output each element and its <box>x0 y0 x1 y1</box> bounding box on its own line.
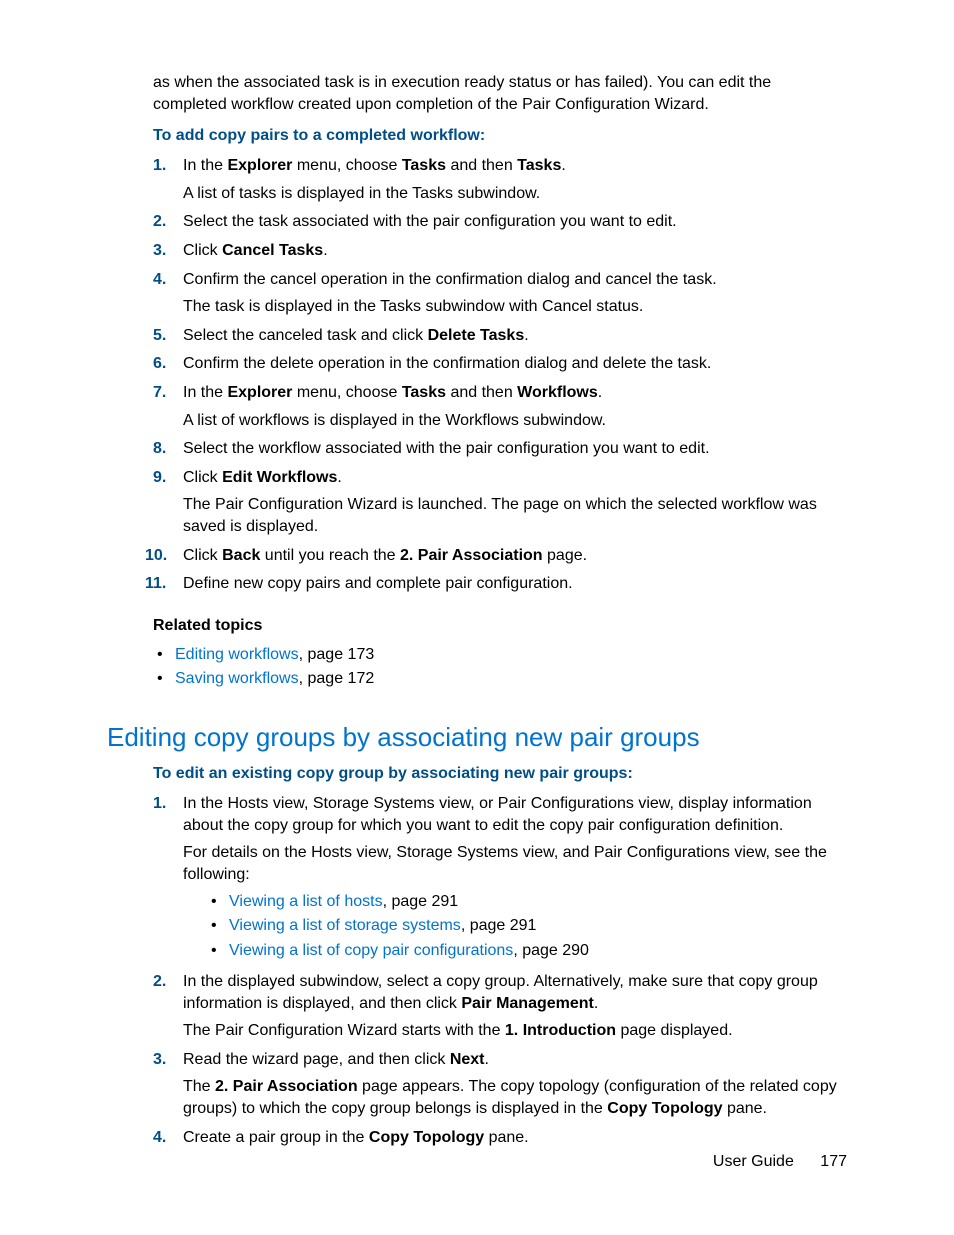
step-item: 4. Confirm the cancel operation in the co… <box>107 269 847 318</box>
list-item: Saving workflows, page 172 <box>153 667 847 692</box>
step-text: Click Edit Workflows. <box>183 467 847 489</box>
step-subtext: A list of tasks is displayed in the Task… <box>183 183 847 205</box>
step-number: 6. <box>153 353 166 375</box>
step-text: Click Back until you reach the 2. Pair A… <box>183 545 847 567</box>
step-number: 10. <box>145 545 167 567</box>
step-text: In the displayed subwindow, select a cop… <box>183 971 847 1014</box>
step-subtext: For details on the Hosts view, Storage S… <box>183 842 847 885</box>
step-text: Read the wizard page, and then click Nex… <box>183 1049 847 1071</box>
step-subtext: The Pair Configuration Wizard is launche… <box>183 494 847 537</box>
step-number: 11. <box>145 573 166 595</box>
step-item: 6. Confirm the delete operation in the co… <box>107 353 847 375</box>
step-text: Define new copy pairs and complete pair … <box>183 573 847 595</box>
step-number: 5. <box>153 325 166 347</box>
step-item: 1. In the Hosts view, Storage Systems vie… <box>107 793 847 964</box>
step-number: 2. <box>153 971 166 993</box>
step-item: 9. Click Edit Workflows. The Pair Configur… <box>107 467 847 538</box>
cross-reference-link[interactable]: Viewing a list of storage systems <box>229 917 461 934</box>
step-item: 7. In the Explorer menu, choose Tasks and… <box>107 382 847 431</box>
section2-title: Editing copy groups by associating new p… <box>107 722 847 753</box>
step-item: 8. Select the workflow associated with th… <box>107 438 847 460</box>
step-number: 1. <box>153 793 166 815</box>
page-content: as when the associated task is in execut… <box>0 0 954 1148</box>
step-text: Confirm the cancel operation in the conf… <box>183 269 847 291</box>
list-item: Viewing a list of hosts, page 291 <box>207 890 847 915</box>
step-item: 3. Click Cancel Tasks. <box>107 240 847 262</box>
step-text: Select the canceled task and click Delet… <box>183 325 847 347</box>
step-number: 8. <box>153 438 166 460</box>
related-topics-list: Editing workflows, page 173Saving workfl… <box>153 643 847 693</box>
step-subtext: The Pair Configuration Wizard starts wit… <box>183 1020 847 1042</box>
step-number: 3. <box>153 1049 166 1071</box>
step-sublinks: Viewing a list of hosts, page 291Viewing… <box>207 890 847 964</box>
step-item: 2. Select the task associated with the pa… <box>107 211 847 233</box>
procedure2-heading: To edit an existing copy group by associ… <box>153 765 847 783</box>
procedure1-heading: To add copy pairs to a completed workflo… <box>153 127 847 145</box>
step-number: 3. <box>153 240 166 262</box>
cross-reference-link[interactable]: Editing workflows <box>175 646 299 663</box>
step-item: 1. In the Explorer menu, choose Tasks and… <box>107 155 847 204</box>
procedure2-steps: 1. In the Hosts view, Storage Systems vie… <box>107 793 847 1148</box>
cross-reference-link[interactable]: Viewing a list of copy pair configuratio… <box>229 942 513 959</box>
step-text: In the Explorer menu, choose Tasks and t… <box>183 155 847 177</box>
cross-reference-link[interactable]: Viewing a list of hosts <box>229 893 383 910</box>
step-number: 9. <box>153 467 166 489</box>
step-subtext: A list of workflows is displayed in the … <box>183 410 847 432</box>
step-text: Select the task associated with the pair… <box>183 211 847 233</box>
step-item: 11. Define new copy pairs and complete pa… <box>107 573 847 595</box>
footer-page-number: 177 <box>820 1153 847 1170</box>
list-item: Editing workflows, page 173 <box>153 643 847 668</box>
related-topics-heading: Related topics <box>153 617 847 635</box>
step-item: 2. In the displayed subwindow, select a c… <box>107 971 847 1042</box>
step-number: 1. <box>153 155 166 177</box>
procedure1-steps: 1. In the Explorer menu, choose Tasks and… <box>107 155 847 595</box>
step-item: 5. Select the canceled task and click Del… <box>107 325 847 347</box>
step-text: In the Hosts view, Storage Systems view,… <box>183 793 847 836</box>
footer-label: User Guide <box>713 1153 794 1170</box>
intro-paragraph: as when the associated task is in execut… <box>153 72 847 115</box>
step-text: Select the workflow associated with the … <box>183 438 847 460</box>
step-text: Create a pair group in the Copy Topology… <box>183 1127 847 1149</box>
step-number: 4. <box>153 269 166 291</box>
step-item: 3. Read the wizard page, and then click N… <box>107 1049 847 1120</box>
step-subtext: The 2. Pair Association page appears. Th… <box>183 1076 847 1119</box>
page-footer: User Guide 177 <box>713 1153 847 1171</box>
step-number: 7. <box>153 382 166 404</box>
step-subtext: The task is displayed in the Tasks subwi… <box>183 296 847 318</box>
step-number: 4. <box>153 1127 166 1149</box>
step-text: In the Explorer menu, choose Tasks and t… <box>183 382 847 404</box>
step-text: Click Cancel Tasks. <box>183 240 847 262</box>
list-item: Viewing a list of copy pair configuratio… <box>207 939 847 964</box>
cross-reference-link[interactable]: Saving workflows <box>175 670 299 687</box>
step-item: 4. Create a pair group in the Copy Topolo… <box>107 1127 847 1149</box>
step-item: 10. Click Back until you reach the 2. Pai… <box>107 545 847 567</box>
list-item: Viewing a list of storage systems, page … <box>207 914 847 939</box>
step-text: Confirm the delete operation in the conf… <box>183 353 847 375</box>
step-number: 2. <box>153 211 166 233</box>
